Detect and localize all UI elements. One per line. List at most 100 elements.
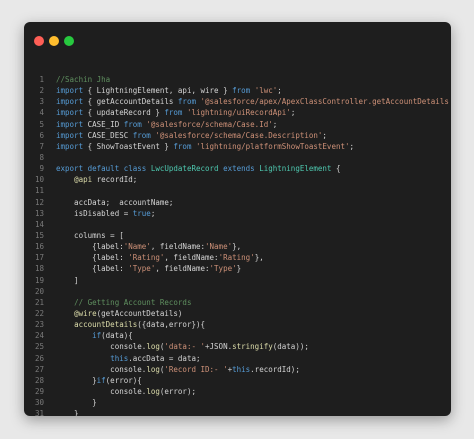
code-token: } (236, 264, 242, 274)
code-line: 29 console.log(error); (24, 386, 451, 397)
line-number: 10 (34, 175, 44, 185)
code-token: '@salesforce/schema/Case.Description' (155, 130, 323, 140)
line-code: console.log('data:- '+JSON.stringify(dat… (56, 341, 449, 352)
code-token: from (177, 97, 196, 107)
line-code: @api recordId; (56, 174, 449, 185)
code-token: console. (56, 342, 147, 352)
code-token: .recordId); (250, 364, 300, 374)
code-token: 'Name' (205, 242, 233, 252)
code-token: } (56, 409, 79, 416)
code-token: CASE_DESC (83, 130, 133, 140)
code-token: , fieldName: (150, 242, 206, 252)
code-line: 22 @wire(getAccountDetails) (24, 308, 451, 319)
code-token: from (173, 141, 192, 151)
code-token: 'Rating' (128, 253, 165, 263)
line-number: 4 (39, 108, 44, 118)
code-token: this (110, 353, 129, 363)
code-token: import (56, 141, 84, 151)
code-token: 'lwc' (254, 86, 278, 96)
code-token: {label: (56, 242, 124, 252)
line-number: 6 (39, 130, 44, 140)
code-token: from (164, 108, 183, 118)
code-token: import (56, 130, 84, 140)
code-token: @api (74, 175, 93, 185)
line-number: 27 (34, 364, 44, 374)
code-token: console. (56, 364, 147, 374)
minimize-icon[interactable] (49, 36, 59, 46)
code-token: }, (254, 253, 264, 263)
code-token: {label: (56, 253, 129, 263)
line-number: 21 (34, 297, 44, 307)
close-icon[interactable] (34, 36, 44, 46)
code-line: 26 this.accData = data; (24, 353, 451, 364)
code-token: console. (56, 386, 147, 396)
line-number: 7 (39, 141, 44, 151)
line-number: 12 (34, 197, 44, 207)
code-line: 4 import { updateRecord } from 'lightning… (24, 107, 451, 118)
code-line: 13 isDisabled = true; (24, 208, 451, 219)
line-number: 16 (34, 242, 44, 252)
code-token: 'Type' (209, 264, 237, 274)
code-token: 'lightning/platformShowToastEvent' (195, 141, 350, 151)
line-code: console.log(error); (56, 386, 449, 397)
line-code: {label:'Name', fieldName:'Name'}, (56, 241, 449, 252)
code-token: log (146, 364, 160, 374)
line-code: {label: 'Rating', fieldName:'Rating'}, (56, 252, 449, 263)
code-token: { getAccountDetails (83, 97, 178, 107)
line-code: import { ShowToastEvent } from 'lightnin… (56, 141, 449, 152)
line-number: 5 (39, 119, 44, 129)
code-token: ; (322, 130, 327, 140)
code-token: (data)); (272, 342, 309, 352)
code-token: { (331, 164, 341, 174)
code-editor: 1 //Sachin Jha 2 import { LightningElement,… (24, 74, 451, 416)
code-line: 5 import CASE_ID from '@salesforce/schema… (24, 119, 451, 130)
code-token: 'Type' (128, 264, 156, 274)
code-token: export default class (56, 164, 147, 174)
code-token: { ShowToastEvent } (83, 141, 174, 151)
code-line: 12 accData; accountName; (24, 197, 451, 208)
line-code: accData; accountName; (56, 197, 449, 208)
code-token: 'data:- ' (164, 342, 206, 352)
code-token: (error); (159, 386, 196, 396)
code-token: extends (223, 164, 255, 174)
code-token: log (146, 386, 160, 396)
code-token: ; (349, 141, 355, 151)
line-number: 2 (39, 86, 44, 96)
code-token: accountDetails (74, 320, 138, 330)
zoom-icon[interactable] (64, 36, 74, 46)
code-line: 23 accountDetails({data,error}){ (24, 319, 451, 330)
code-token: from (232, 86, 251, 96)
line-number: 20 (34, 286, 44, 296)
code-token: log (146, 342, 160, 352)
code-token: } (56, 398, 97, 408)
code-token: true (132, 208, 151, 218)
code-line: 15 columns = [ (24, 230, 451, 241)
code-token: (error){ (105, 375, 142, 385)
code-token: stringify (232, 342, 273, 352)
code-token: '@salesforce/schema/Case.Id' (146, 119, 273, 129)
code-line: 11 (24, 185, 451, 196)
line-number: 24 (34, 331, 44, 341)
line-code: import CASE_DESC from '@salesforce/schem… (56, 130, 449, 141)
line-code: //Sachin Jha (56, 74, 449, 85)
code-token: CASE_ID (83, 119, 124, 129)
code-token: } (56, 375, 97, 385)
code-line: 1 //Sachin Jha (24, 74, 451, 85)
code-token: (data){ (101, 331, 133, 341)
line-number: 28 (34, 375, 44, 385)
code-token: {label: (56, 264, 129, 274)
code-token: if (96, 375, 106, 385)
line-number: 25 (34, 342, 44, 352)
code-token: { updateRecord } (83, 108, 165, 118)
line-number: 15 (34, 230, 44, 240)
code-token: ; (277, 86, 282, 96)
code-token: '@salesforce/apex/ApexClassController.ge… (200, 97, 450, 107)
code-token: isDisabled = (56, 208, 133, 218)
code-line: 2 import { LightningElement, api, wire } … (24, 85, 451, 96)
code-token: ] (56, 275, 79, 285)
code-token: ; (290, 108, 296, 118)
